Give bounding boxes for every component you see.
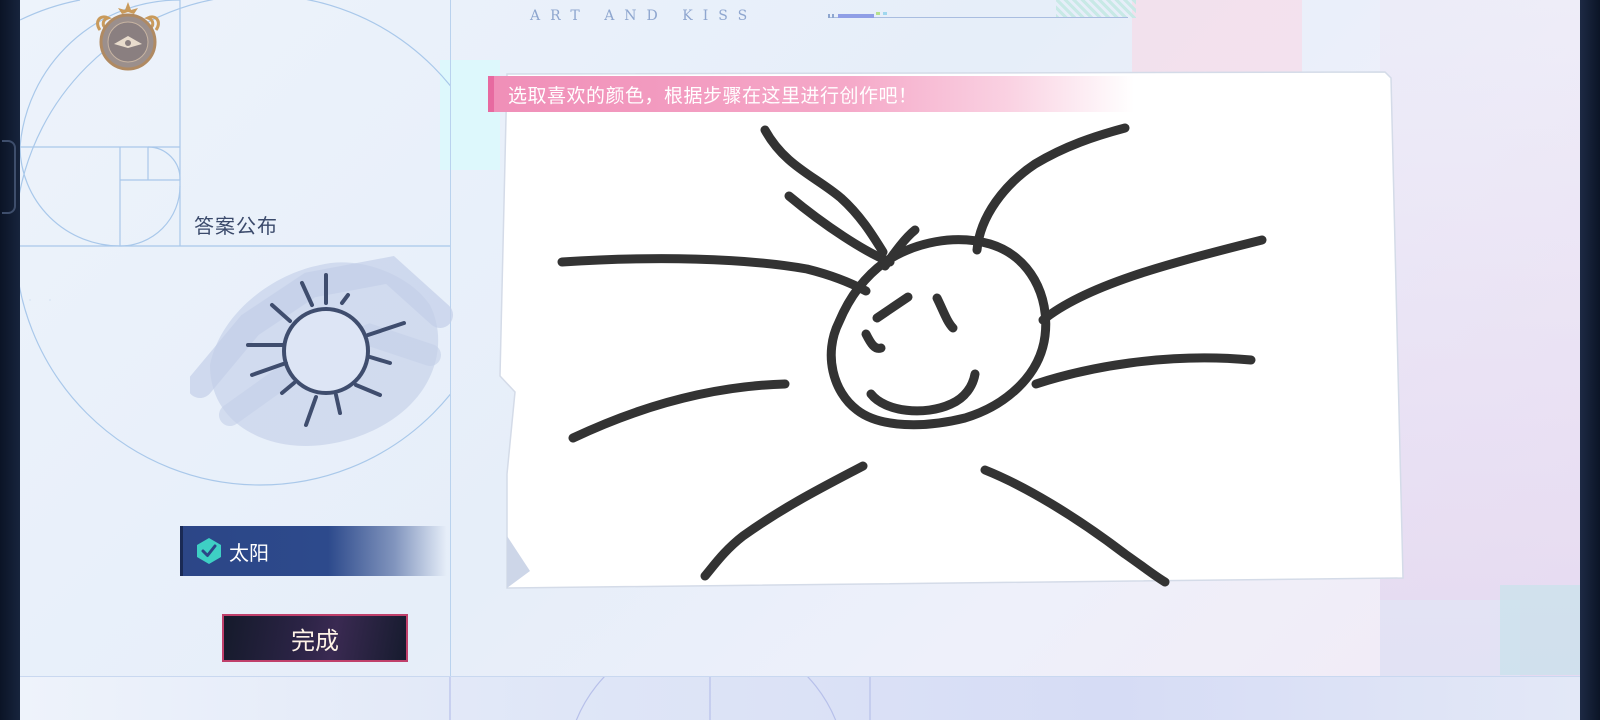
compass-emblem-icon — [90, 0, 166, 76]
side-notch — [2, 140, 16, 214]
drawing-canvas[interactable] — [485, 66, 1425, 610]
brand-header: ART AND KISS — [530, 8, 758, 24]
right-edge-frame — [1580, 0, 1600, 720]
sun-reference-icon — [187, 245, 460, 459]
answer-panel: 答案公布 太阳 完成 — [20, 0, 453, 676]
bottom-bar — [20, 632, 1580, 720]
done-button[interactable]: 完成 — [222, 614, 408, 662]
answer-result-tag: 太阳 — [180, 526, 447, 576]
background-block-a — [1500, 585, 1580, 675]
background-stripe — [1056, 0, 1136, 18]
header-tick-marks — [828, 12, 887, 18]
left-edge-frame — [0, 0, 20, 720]
bottom-deco — [449, 632, 871, 720]
check-badge-icon — [197, 538, 221, 564]
instruction-banner: 选取喜欢的颜色，根据步骤在这里进行创作吧！ — [488, 76, 1134, 112]
answer-reveal-heading: 答案公布 — [194, 214, 278, 238]
background-block-b — [1380, 600, 1520, 676]
instruction-text: 选取喜欢的颜色，根据步骤在这里进行创作吧！ — [508, 84, 918, 107]
answer-result-text: 太阳 — [229, 540, 269, 565]
game-stage: 答案公布 太阳 完成 ART AND KISS 选取喜欢的颜色，根据步骤在这里进… — [20, 0, 1580, 720]
